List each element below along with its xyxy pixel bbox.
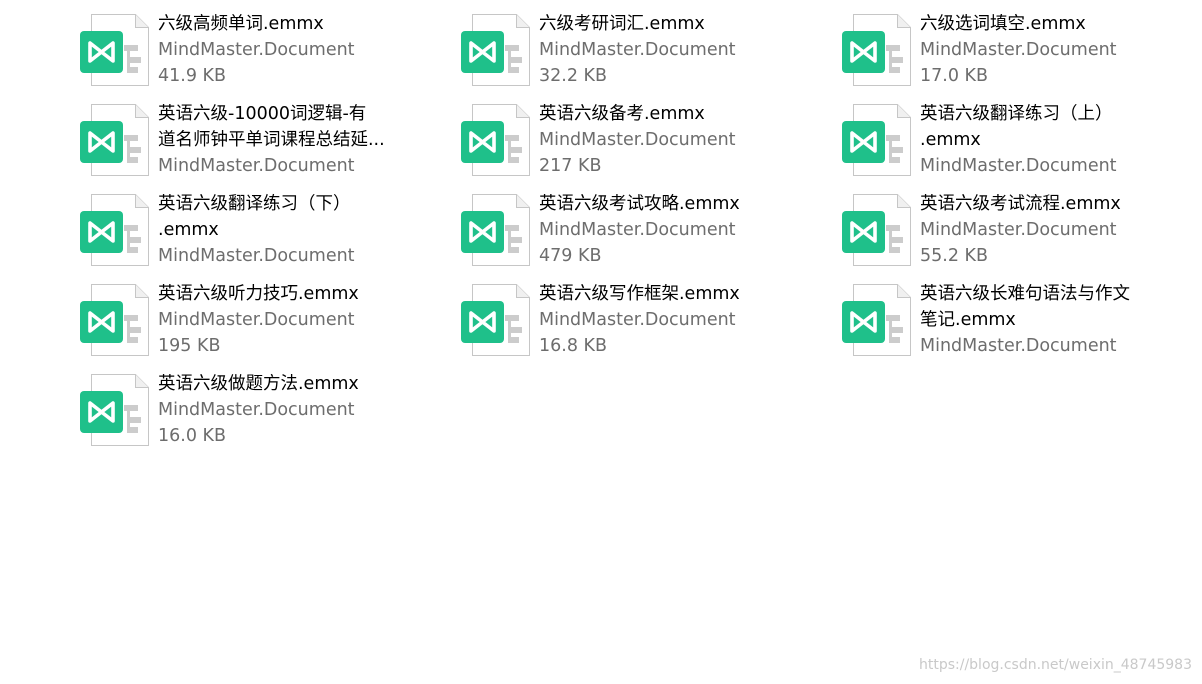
file-size: 479 KB xyxy=(539,246,602,266)
mindmaster-document-icon[interactable] xyxy=(80,194,152,266)
watermark-url: https://blog.csdn.net/weixin_48745983 xyxy=(918,657,1192,673)
file-size: 55.2 KB xyxy=(920,246,989,266)
file-type: MindMaster.Document xyxy=(920,156,1117,176)
file-type: MindMaster.Document xyxy=(920,336,1117,356)
file-name-line: 英语六级长难句语法与作文 xyxy=(920,284,1130,304)
file-info: 六级选词填空.emmx MindMaster.Document 17.0 KB xyxy=(920,11,1117,89)
file-name-line: 英语六级考试攻略.emmx xyxy=(539,194,740,214)
file-info: 英语六级翻译练习（上） .emmx MindMaster.Document xyxy=(920,101,1117,179)
file-name-line: 道名师钟平单词课程总结延... xyxy=(158,130,385,150)
file-name-line: 英语六级听力技巧.emmx xyxy=(158,284,359,304)
file-name-line: 六级考研词汇.emmx xyxy=(539,14,705,34)
file-size: 217 KB xyxy=(539,156,602,176)
file-info: 六级考研词汇.emmx MindMaster.Document 32.2 KB xyxy=(539,11,736,89)
mindmaster-document-icon[interactable] xyxy=(461,104,533,176)
file-name-line: 英语六级备考.emmx xyxy=(539,104,705,124)
file-list: 六级高频单词.emmx MindMaster.Document 41.9 KB … xyxy=(0,0,1202,684)
file-info: 英语六级听力技巧.emmx MindMaster.Document 195 KB xyxy=(158,281,359,359)
file-info: 英语六级备考.emmx MindMaster.Document 217 KB xyxy=(539,101,736,179)
mindmaster-document-icon[interactable] xyxy=(461,194,533,266)
file-size: 16.0 KB xyxy=(158,426,227,446)
file-tile[interactable]: 英语六级-10000词逻辑-有 道名师钟平单词课程总结延... MindMast… xyxy=(80,104,420,176)
mindmaster-document-icon[interactable] xyxy=(842,194,914,266)
file-size: 17.0 KB xyxy=(920,66,989,86)
file-tile[interactable]: 英语六级考试流程.emmx MindMaster.Document 55.2 K… xyxy=(842,194,1182,266)
file-name-line: 英语六级翻译练习（上） xyxy=(920,104,1113,124)
file-type: MindMaster.Document xyxy=(920,40,1117,60)
file-name-line: 英语六级写作框架.emmx xyxy=(539,284,740,304)
file-tile[interactable]: 英语六级备考.emmx MindMaster.Document 217 KB xyxy=(461,104,801,176)
file-type: MindMaster.Document xyxy=(158,310,355,330)
file-info: 英语六级-10000词逻辑-有 道名师钟平单词课程总结延... MindMast… xyxy=(158,101,385,179)
mindmaster-document-icon[interactable] xyxy=(80,14,152,86)
file-type: MindMaster.Document xyxy=(539,40,736,60)
file-name-line: .emmx xyxy=(920,130,981,150)
mindmaster-document-icon[interactable] xyxy=(842,14,914,86)
file-name-line: 六级高频单词.emmx xyxy=(158,14,324,34)
file-type: MindMaster.Document xyxy=(539,130,736,150)
mindmaster-document-icon[interactable] xyxy=(80,374,152,446)
file-name-line: 六级选词填空.emmx xyxy=(920,14,1086,34)
file-name-line: 英语六级做题方法.emmx xyxy=(158,374,359,394)
file-tile[interactable]: 英语六级做题方法.emmx MindMaster.Document 16.0 K… xyxy=(80,374,420,446)
file-tile[interactable]: 英语六级翻译练习（上） .emmx MindMaster.Document xyxy=(842,104,1182,176)
file-type: MindMaster.Document xyxy=(539,310,736,330)
file-tile[interactable]: 英语六级翻译练习（下） .emmx MindMaster.Document xyxy=(80,194,420,266)
file-tile[interactable]: 六级选词填空.emmx MindMaster.Document 17.0 KB xyxy=(842,14,1182,86)
file-type: MindMaster.Document xyxy=(158,156,355,176)
file-size: 16.8 KB xyxy=(539,336,608,356)
file-tile[interactable]: 英语六级写作框架.emmx MindMaster.Document 16.8 K… xyxy=(461,284,801,356)
file-name-line: 英语六级-10000词逻辑-有 xyxy=(158,104,367,124)
mindmaster-document-icon[interactable] xyxy=(842,284,914,356)
file-size: 32.2 KB xyxy=(539,66,608,86)
file-name-line: 英语六级考试流程.emmx xyxy=(920,194,1121,214)
file-tile[interactable]: 英语六级听力技巧.emmx MindMaster.Document 195 KB xyxy=(80,284,420,356)
file-type: MindMaster.Document xyxy=(158,246,355,266)
mindmaster-document-icon[interactable] xyxy=(461,14,533,86)
mindmaster-document-icon[interactable] xyxy=(461,284,533,356)
file-info: 英语六级考试攻略.emmx MindMaster.Document 479 KB xyxy=(539,191,740,269)
file-info: 英语六级翻译练习（下） .emmx MindMaster.Document xyxy=(158,191,355,269)
file-info: 英语六级做题方法.emmx MindMaster.Document 16.0 K… xyxy=(158,371,359,449)
mindmaster-document-icon[interactable] xyxy=(842,104,914,176)
file-type: MindMaster.Document xyxy=(920,220,1117,240)
file-type: MindMaster.Document xyxy=(539,220,736,240)
file-name-line: .emmx xyxy=(158,220,219,240)
file-info: 英语六级写作框架.emmx MindMaster.Document 16.8 K… xyxy=(539,281,740,359)
file-name-line: 笔记.emmx xyxy=(920,310,1016,330)
file-tile[interactable]: 英语六级考试攻略.emmx MindMaster.Document 479 KB xyxy=(461,194,801,266)
file-info: 英语六级考试流程.emmx MindMaster.Document 55.2 K… xyxy=(920,191,1121,269)
mindmaster-document-icon[interactable] xyxy=(80,284,152,356)
mindmaster-document-icon[interactable] xyxy=(80,104,152,176)
file-info: 六级高频单词.emmx MindMaster.Document 41.9 KB xyxy=(158,11,355,89)
file-type: MindMaster.Document xyxy=(158,40,355,60)
file-info: 英语六级长难句语法与作文 笔记.emmx MindMaster.Document xyxy=(920,281,1130,359)
file-size: 41.9 KB xyxy=(158,66,227,86)
file-tile[interactable]: 六级高频单词.emmx MindMaster.Document 41.9 KB xyxy=(80,14,420,86)
file-type: MindMaster.Document xyxy=(158,400,355,420)
file-tile[interactable]: 英语六级长难句语法与作文 笔记.emmx MindMaster.Document xyxy=(842,284,1182,356)
file-tile[interactable]: 六级考研词汇.emmx MindMaster.Document 32.2 KB xyxy=(461,14,801,86)
file-size: 195 KB xyxy=(158,336,221,356)
file-name-line: 英语六级翻译练习（下） xyxy=(158,194,351,214)
